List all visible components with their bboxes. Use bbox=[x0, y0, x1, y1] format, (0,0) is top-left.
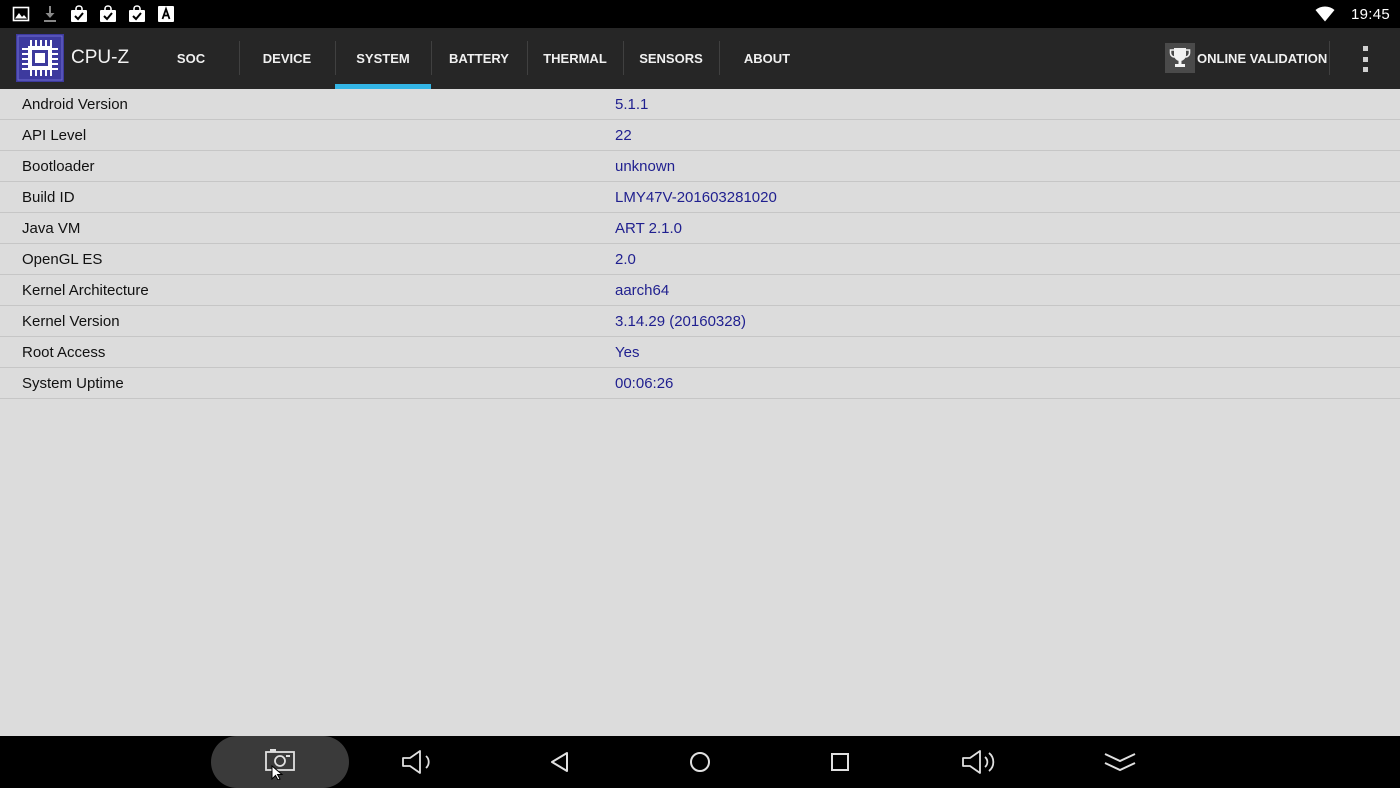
tab-soc[interactable]: SOC bbox=[143, 28, 239, 89]
info-row-kernel-version: Kernel Version 3.14.29 (20160328) bbox=[0, 306, 1400, 337]
recents-button[interactable] bbox=[810, 736, 870, 788]
info-label: Build ID bbox=[22, 189, 75, 206]
info-label: Root Access bbox=[22, 344, 106, 361]
shopping-bag-check-icon bbox=[71, 5, 87, 22]
wifi-icon bbox=[1315, 6, 1335, 22]
image-icon bbox=[12, 6, 30, 22]
info-value: aarch64 bbox=[615, 282, 670, 299]
info-row-android-version: Android Version 5.1.1 bbox=[0, 89, 1400, 120]
notification-icons bbox=[12, 5, 175, 23]
tab-battery[interactable]: BATTERY bbox=[431, 28, 527, 89]
volume-up-button[interactable] bbox=[950, 736, 1010, 788]
tab-label: ABOUT bbox=[743, 51, 791, 66]
system-info-list: Android Version 5.1.1 API Level 22 Bootl… bbox=[0, 89, 1400, 399]
tab-system[interactable]: SYSTEM bbox=[335, 28, 431, 89]
tab-device[interactable]: DEVICE bbox=[239, 28, 335, 89]
recents-icon bbox=[831, 753, 849, 771]
more-vertical-icon[interactable] bbox=[1354, 46, 1376, 72]
app-title: CPU-Z bbox=[71, 47, 130, 68]
info-label: Kernel Architecture bbox=[22, 282, 149, 299]
home-button[interactable] bbox=[670, 736, 730, 788]
info-label: Kernel Version bbox=[22, 313, 120, 330]
volume-up-icon bbox=[962, 750, 995, 774]
tab-label: BATTERY bbox=[449, 51, 509, 66]
navigation-bar bbox=[0, 736, 1400, 788]
tab-label: SENSORS bbox=[639, 51, 703, 66]
info-value: 00:06:26 bbox=[615, 375, 674, 392]
app-bar: CPU-Z SOC DEVICE SYSTEM BATTERY THERMAL … bbox=[0, 28, 1400, 89]
trophy-icon bbox=[1165, 43, 1195, 73]
tab-label: SOC bbox=[176, 51, 206, 66]
info-label: System Uptime bbox=[22, 375, 124, 392]
clock: 19:45 bbox=[1350, 5, 1390, 23]
collapse-button[interactable] bbox=[1090, 736, 1150, 788]
download-icon bbox=[44, 6, 56, 22]
tab-label: SYSTEM bbox=[356, 51, 410, 66]
tab-sensors[interactable]: SENSORS bbox=[623, 28, 719, 89]
volume-down-icon bbox=[402, 750, 430, 774]
info-row-build-id: Build ID LMY47V-201603281020 bbox=[0, 182, 1400, 213]
shopping-bag-check-icon bbox=[100, 5, 116, 22]
volume-down-button[interactable] bbox=[388, 736, 448, 788]
cpu-chip-icon[interactable] bbox=[16, 34, 64, 82]
info-row-root-access: Root Access Yes bbox=[0, 337, 1400, 368]
tab-thermal[interactable]: THERMAL bbox=[527, 28, 623, 89]
info-row-system-uptime: System Uptime 00:06:26 bbox=[0, 368, 1400, 399]
home-icon bbox=[690, 752, 710, 772]
online-validation-button[interactable]: ONLINE VALIDATION bbox=[1165, 43, 1327, 73]
info-value: 2.0 bbox=[615, 251, 636, 268]
info-label: Bootloader bbox=[22, 158, 95, 175]
collapse-icon bbox=[1104, 753, 1136, 772]
status-bar: 19:45 bbox=[0, 0, 1400, 28]
info-label: OpenGL ES bbox=[22, 251, 103, 268]
info-label: API Level bbox=[22, 127, 87, 144]
info-value: unknown bbox=[615, 158, 676, 175]
text-a-icon bbox=[158, 6, 174, 22]
info-label: Android Version bbox=[22, 96, 128, 113]
info-row-bootloader: Bootloader unknown bbox=[0, 151, 1400, 182]
info-row-java-vm: Java VM ART 2.1.0 bbox=[0, 213, 1400, 244]
status-right: 19:45 bbox=[1315, 4, 1390, 24]
info-row-api-level: API Level 22 bbox=[0, 120, 1400, 151]
tab-label: DEVICE bbox=[262, 51, 312, 66]
shopping-bag-check-icon bbox=[129, 5, 145, 22]
info-value: Yes bbox=[615, 344, 640, 361]
back-icon bbox=[551, 752, 568, 772]
info-value: ART 2.1.0 bbox=[615, 220, 682, 237]
info-label: Java VM bbox=[22, 220, 81, 237]
screenshot-icon bbox=[265, 749, 295, 780]
info-value: 5.1.1 bbox=[615, 96, 649, 113]
divider bbox=[1329, 41, 1330, 75]
back-button[interactable] bbox=[530, 736, 590, 788]
info-value: 3.14.29 (20160328) bbox=[615, 313, 746, 330]
info-value: LMY47V-201603281020 bbox=[615, 189, 777, 206]
tab-bar: SOC DEVICE SYSTEM BATTERY THERMAL SENSOR… bbox=[143, 28, 815, 89]
online-validation-label: ONLINE VALIDATION bbox=[1197, 50, 1328, 66]
tab-label: THERMAL bbox=[543, 51, 607, 66]
screenshot-button[interactable] bbox=[211, 736, 349, 788]
info-row-kernel-architecture: Kernel Architecture aarch64 bbox=[0, 275, 1400, 306]
tab-about[interactable]: ABOUT bbox=[719, 28, 815, 89]
info-row-opengl-es: OpenGL ES 2.0 bbox=[0, 244, 1400, 275]
info-value: 22 bbox=[615, 127, 632, 144]
